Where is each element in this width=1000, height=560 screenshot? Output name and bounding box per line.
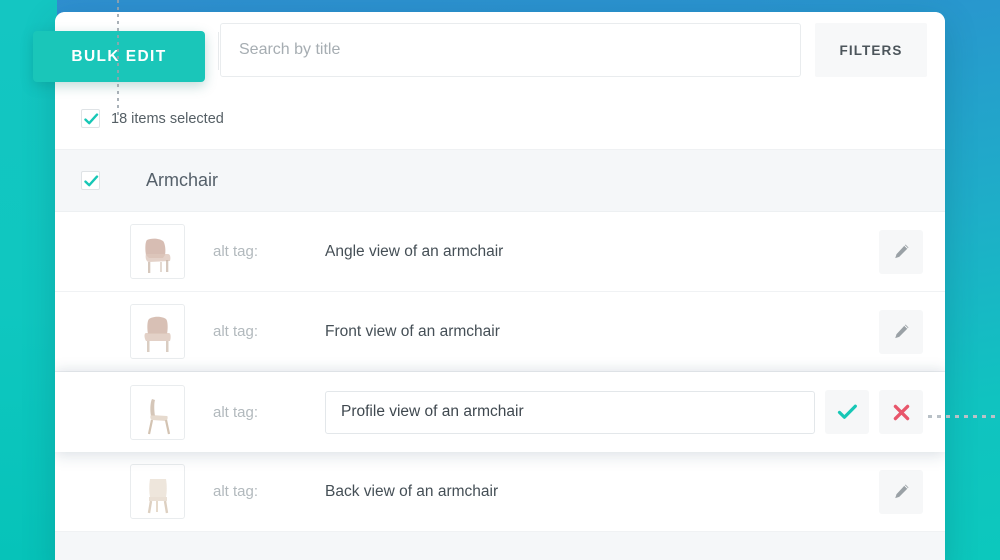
alt-tag-value: Angle view of an armchair (325, 242, 504, 260)
cancel-button[interactable] (879, 390, 923, 434)
check-icon (837, 404, 857, 419)
bulk-edit-tab[interactable]: BULK EDIT (33, 31, 205, 82)
group-checkbox-armchair[interactable] (81, 171, 100, 190)
armchair-profile-thumbnail (130, 384, 185, 440)
alt-tag-value: Front view of an armchair (325, 322, 500, 340)
sidebar-background (0, 0, 57, 560)
pencil-icon (894, 324, 909, 339)
table-row[interactable]: alt tag: Angle view of an armchair (55, 212, 945, 292)
alt-tag-value: Back view of an armchair (325, 482, 499, 500)
table-row-editing[interactable]: alt tag: (55, 372, 945, 452)
check-icon (84, 113, 99, 125)
search-input[interactable] (220, 23, 801, 77)
selection-count-label: 18 items selected (111, 110, 224, 127)
group-header-armchair[interactable]: Armchair (55, 150, 945, 212)
check-icon (84, 175, 99, 187)
armchair-back-thumbnail (130, 464, 185, 519)
filters-button[interactable]: FILTERS (815, 23, 927, 77)
group-header-next[interactable] (55, 532, 945, 560)
armchair-angle-thumbnail (130, 224, 185, 279)
confirm-button[interactable] (825, 390, 869, 434)
alt-tag-label: alt tag: (213, 243, 259, 260)
edit-button[interactable] (879, 229, 923, 274)
alt-tag-label: alt tag: (213, 403, 259, 421)
alt-tag-label: alt tag: (213, 483, 259, 500)
table-row[interactable]: alt tag: Front view of an armchair (55, 292, 945, 372)
toolbar-divider (218, 32, 219, 70)
bulk-edit-panel: FILTERS 18 items selected Armchair (55, 12, 945, 560)
table-row[interactable]: alt tag: Back view of an armchair (55, 452, 945, 532)
group-title: Armchair (146, 170, 219, 190)
select-all-checkbox[interactable] (81, 109, 100, 128)
selection-summary-bar: 18 items selected (55, 88, 945, 150)
armchair-front-thumbnail (130, 304, 185, 359)
alt-tag-edit-input[interactable] (325, 390, 815, 434)
close-icon (893, 404, 909, 420)
alt-tag-label: alt tag: (213, 323, 259, 340)
pencil-icon (894, 244, 909, 259)
pencil-icon (894, 484, 909, 499)
vertical-guide-line (117, 0, 119, 118)
edit-button[interactable] (879, 309, 923, 354)
edit-button[interactable] (879, 469, 923, 514)
horizontal-guide-line (928, 415, 1000, 418)
